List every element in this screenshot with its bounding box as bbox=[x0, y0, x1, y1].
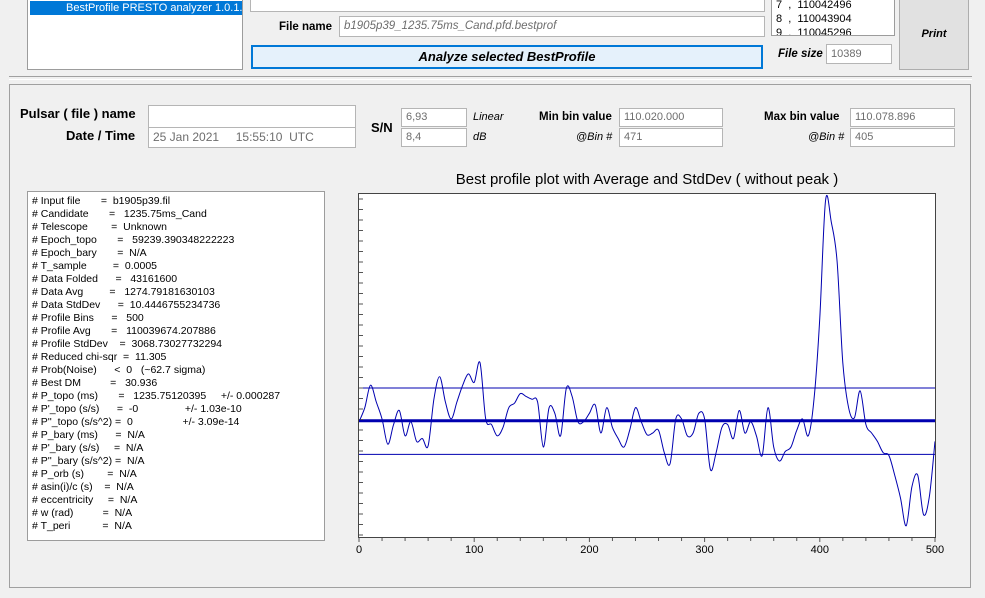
info-line: # P'_topo (s/s) = -0 +/- 1.03e-10 bbox=[32, 403, 242, 415]
linear-label: Linear bbox=[473, 111, 504, 123]
date-time-field[interactable]: 25 Jan 2021 15:55:10 UTC bbox=[148, 127, 356, 148]
max-bin-label: Max bin value bbox=[764, 111, 840, 123]
info-line: # P_bary (ms) = N/A bbox=[32, 429, 145, 441]
file-size-label: File size bbox=[778, 48, 823, 60]
list-item[interactable]: 8 , 110043904 bbox=[776, 13, 852, 25]
x-tick-label: 500 bbox=[926, 544, 944, 556]
list-item[interactable]: 7 , 110042496 bbox=[776, 0, 852, 11]
plot-canvas bbox=[358, 194, 936, 536]
info-line: # T_peri = N/A bbox=[32, 520, 132, 532]
info-line: # Data Avg = 1274.79181630103 bbox=[32, 286, 215, 298]
info-line: # T_sample = 0.0005 bbox=[32, 260, 158, 272]
info-line: # Telescope = Unknown bbox=[32, 221, 167, 233]
info-line: # Data Folded = 43161600 bbox=[32, 273, 178, 285]
section-divider bbox=[9, 76, 972, 80]
info-line: # Reduced chi-sqr = 11.305 bbox=[32, 351, 167, 363]
x-tick-label: 200 bbox=[580, 544, 598, 556]
min-at-bin-field[interactable]: 471 bbox=[619, 128, 723, 147]
info-line: # Prob(Noise) < 0 (~62.7 sigma) bbox=[32, 364, 206, 376]
min-bin-field[interactable]: 110.020.000 bbox=[619, 108, 723, 127]
plot-title: Best profile plot with Average and StdDe… bbox=[455, 171, 839, 188]
profile-series-line bbox=[358, 194, 936, 527]
x-tick-label: 0 bbox=[356, 544, 362, 556]
file-size-field[interactable]: 10389 bbox=[826, 44, 892, 64]
x-tick-label: 400 bbox=[811, 544, 829, 556]
max-bin-field[interactable]: 110.078.896 bbox=[850, 108, 955, 127]
info-line: # asin(i)/c (s) = N/A bbox=[32, 481, 134, 493]
info-line: # Candidate = 1235.75ms_Cand bbox=[32, 208, 207, 220]
db-label: dB bbox=[473, 131, 487, 143]
info-line: # w (rad) = N/A bbox=[32, 507, 133, 519]
min-bin-label: Min bin value bbox=[539, 111, 612, 123]
info-line: # Input file = b1905p39.fil bbox=[32, 195, 171, 207]
top-input[interactable] bbox=[250, 0, 765, 12]
info-line: # Profile Bins = 500 bbox=[32, 312, 144, 324]
x-tick-label: 300 bbox=[695, 544, 713, 556]
info-line: # P_topo (ms) = 1235.75120395 +/- 0.0002… bbox=[32, 390, 281, 402]
file-tree[interactable]: BestProfile PRESTO analyzer 1.0.1.e bbox=[27, 0, 243, 70]
info-line: # P''_bary (s/s^2) = N/A bbox=[32, 455, 145, 467]
info-line: # Profile Avg = 110039674.207886 bbox=[32, 325, 216, 337]
sn-linear-field[interactable]: 6,93 bbox=[401, 108, 467, 127]
tree-item-selected[interactable]: BestProfile PRESTO analyzer 1.0.1.e bbox=[30, 1, 242, 15]
profile-plot bbox=[358, 193, 936, 538]
pulsar-name-label: Pulsar ( file ) name bbox=[20, 106, 136, 121]
profile-info-box[interactable]: # Input file = b1905p39.fil # Candidate =… bbox=[27, 191, 325, 541]
print-button[interactable]: Print bbox=[899, 0, 969, 70]
info-line: # P''_topo (s/s^2) = 0 +/- 3.09e-14 bbox=[32, 416, 240, 428]
info-line: # Data StdDev = 10.4446755234736 bbox=[32, 299, 221, 311]
max-at-bin-field[interactable]: 405 bbox=[850, 128, 955, 147]
max-at-bin-label: @Bin # bbox=[808, 131, 845, 143]
info-line: # Best DM = 30.936 bbox=[32, 377, 158, 389]
info-line: # Profile StdDev = 3068.73027732294 bbox=[32, 338, 223, 350]
bins-listbox[interactable]: 7 , 110042496 8 , 110043904 9 , 11004529… bbox=[771, 0, 895, 36]
info-line: # eccentricity = N/A bbox=[32, 494, 138, 506]
file-name-label: File name bbox=[279, 21, 333, 33]
info-line: # P'_bary (s/s) = N/A bbox=[32, 442, 144, 454]
min-at-bin-label: @Bin # bbox=[576, 131, 613, 143]
info-line: # P_orb (s) = N/A bbox=[32, 468, 137, 480]
list-item[interactable]: 9 , 110045296 bbox=[776, 27, 852, 35]
pulsar-name-field[interactable] bbox=[148, 105, 356, 128]
analyze-button[interactable]: Analyze selected BestProfile bbox=[251, 45, 763, 69]
sn-db-field[interactable]: 8,4 bbox=[401, 128, 467, 147]
date-time-label: Date / Time bbox=[66, 128, 136, 143]
x-axis: 0 100 200 300 400 500 bbox=[356, 538, 944, 556]
info-line: # Epoch_bary = N/A bbox=[32, 247, 147, 259]
sn-label: S/N bbox=[371, 120, 393, 135]
x-tick-label: 100 bbox=[465, 544, 483, 556]
file-name-field[interactable]: b1905p39_1235.75ms_Cand.pfd.bestprof bbox=[339, 16, 765, 37]
info-line: # Epoch_topo = 59239.390348222223 bbox=[32, 234, 235, 246]
